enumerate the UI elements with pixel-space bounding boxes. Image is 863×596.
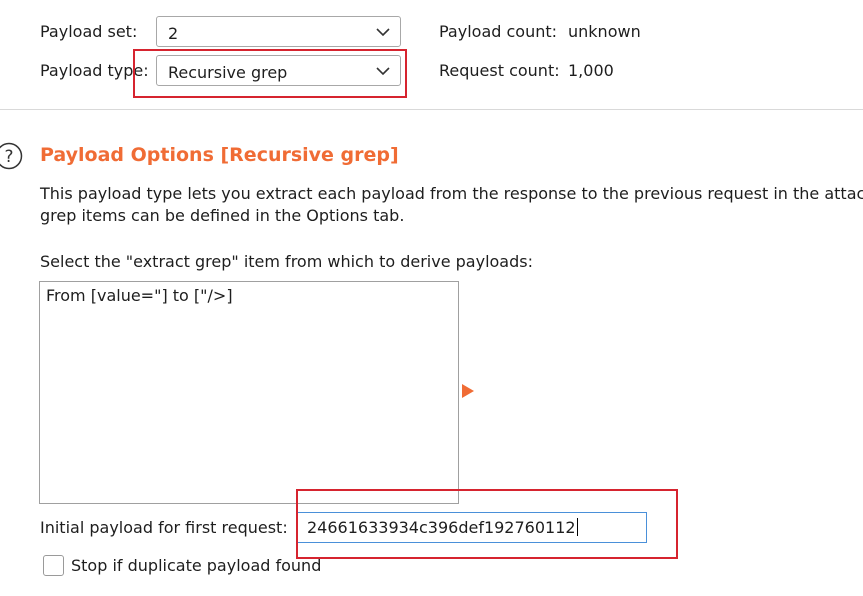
help-icon[interactable]: ? (0, 142, 23, 170)
initial-payload-label: Initial payload for first request: (40, 518, 288, 537)
payload-count-value: unknown (568, 22, 641, 41)
section-title: Payload Options [Recursive grep] (40, 144, 399, 166)
extract-grep-list[interactable]: From [value="] to ["/>] (39, 281, 459, 504)
initial-payload-value: 24661633934c396def192760112 (307, 518, 576, 537)
payload-type-label: Payload type: (40, 61, 149, 80)
play-arrow-icon[interactable] (462, 384, 474, 398)
payload-type-value: Recursive grep (168, 63, 288, 82)
svg-text:?: ? (4, 147, 13, 167)
payload-set-value: 2 (168, 24, 179, 43)
chevron-down-icon (376, 67, 390, 75)
section-description-line2: grep items can be defined in the Options… (40, 206, 405, 225)
payload-set-label: Payload set: (40, 22, 138, 41)
section-divider (0, 109, 863, 110)
chevron-down-icon (376, 28, 390, 36)
request-count-label: Request count: (439, 61, 560, 80)
extract-grep-label: Select the "extract grep" item from whic… (40, 252, 533, 271)
request-count-value: 1,000 (568, 61, 614, 80)
initial-payload-input[interactable]: 24661633934c396def192760112 (297, 512, 647, 543)
stop-duplicate-checkbox[interactable] (43, 555, 64, 576)
list-item[interactable]: From [value="] to ["/>] (46, 286, 233, 306)
payload-set-select[interactable]: 2 (156, 16, 401, 47)
stop-duplicate-label[interactable]: Stop if duplicate payload found (71, 556, 321, 576)
section-description-line1: This payload type lets you extract each … (40, 184, 863, 203)
payload-type-select[interactable]: Recursive grep (156, 55, 401, 86)
payload-count-label: Payload count: (439, 22, 558, 41)
text-caret (576, 518, 578, 536)
